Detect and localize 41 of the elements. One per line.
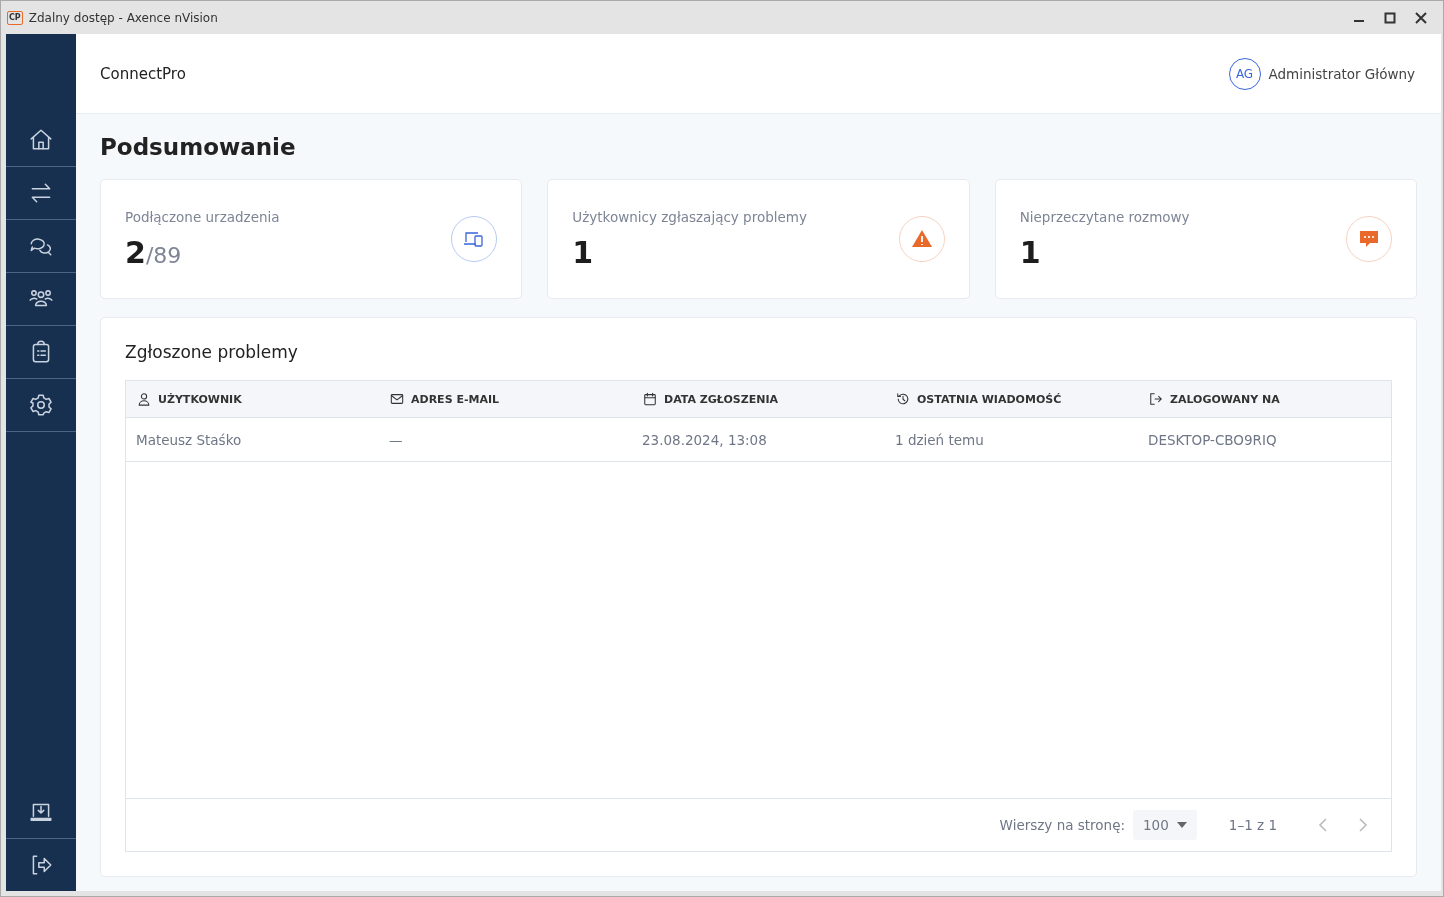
page-range: 1–1 z 1 <box>1228 817 1277 833</box>
stat-value: 1 <box>572 234 594 270</box>
mail-icon <box>390 392 404 406</box>
chat-icon <box>1346 216 1392 262</box>
window-title: Zdalny dostęp - Axence nVision <box>28 10 218 25</box>
history-icon <box>896 392 910 406</box>
devices-icon <box>451 216 498 262</box>
app-name: ConnectPro <box>100 64 186 83</box>
close-icon[interactable] <box>1415 11 1427 24</box>
settings-icon[interactable] <box>28 392 54 418</box>
calendar-icon <box>643 392 657 406</box>
rows-per-page-select[interactable]: 100 <box>1133 810 1197 840</box>
warning-icon <box>898 216 945 262</box>
stat-label: Użytkownicy zgłaszający problemy <box>572 208 807 225</box>
login-icon <box>1149 392 1163 406</box>
maximize-icon[interactable] <box>1384 11 1396 24</box>
page-title: Podsumowanie <box>100 134 297 160</box>
column-header[interactable]: ADRES E-MAIL <box>379 392 632 406</box>
column-header[interactable]: ZALOGOWANY NA <box>1138 392 1391 406</box>
table-cell-text: Mateusz Staśko <box>135 431 243 448</box>
user-name[interactable]: Administrator Główny <box>1268 65 1415 82</box>
chevron-left-icon <box>1318 818 1328 832</box>
chevron-right-icon <box>1358 818 1368 832</box>
user-icon <box>137 392 151 406</box>
app-logo: CP <box>7 10 23 25</box>
table-cell-text: — <box>388 431 404 448</box>
column-header[interactable]: UŻYTKOWNIK <box>126 392 379 406</box>
column-header[interactable]: OSTATNIA WIADOMOŚĆ <box>885 392 1138 406</box>
table-row[interactable]: Mateusz Staśko — 23.08.2024, 13:08 1 dzień temu DESKTOP-CBO9RIQ <box>126 418 1391 462</box>
table-cell-text: DESKTOP-CBO9RIQ <box>1147 431 1278 448</box>
stat-label: Nieprzeczytane rozmowy <box>1019 208 1190 225</box>
rows-per-page-label: Wierszy na stronę: <box>999 817 1126 833</box>
stat-label: Podłączone urzadzenia <box>125 208 280 225</box>
table-cell-text: 1 dzień temu <box>894 431 985 448</box>
column-header[interactable]: DATA ZGŁOSZENIA <box>632 392 885 406</box>
stat-total: /89 <box>145 242 182 268</box>
section-title: Zgłoszone problemy <box>125 342 299 362</box>
table-cell-text: 23.08.2024, 13:08 <box>641 431 768 448</box>
stat-value: 2 <box>125 234 146 270</box>
caret-icon <box>1176 822 1187 828</box>
stat-value: 1 <box>1019 234 1041 270</box>
